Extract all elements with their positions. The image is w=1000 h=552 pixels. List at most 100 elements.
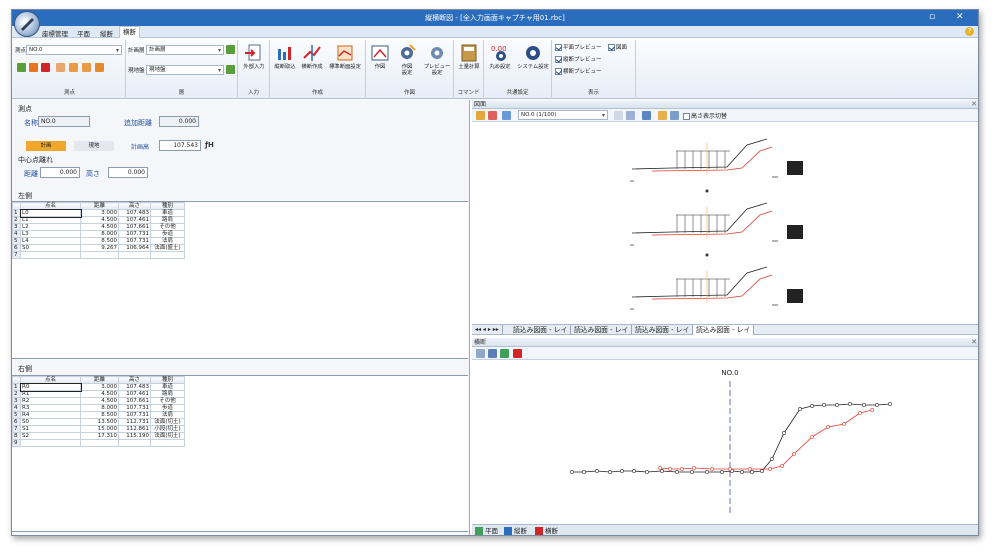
menu-longitudinal[interactable]: 縦断 (100, 28, 113, 38)
ground-line-point[interactable] (835, 403, 839, 407)
ground-line-point[interactable] (705, 470, 709, 474)
view-tab-cross[interactable]: 横断 (535, 527, 558, 535)
table-cell[interactable]: S2 (20, 432, 81, 440)
ground-line-point[interactable] (632, 469, 636, 473)
table-row[interactable]: 7 S1 15.000 112.861 小段(切土) (12, 425, 185, 433)
drawing-checkbox[interactable]: 図面 (608, 43, 627, 51)
col-height[interactable]: 高さ (118, 202, 151, 210)
close-icon[interactable]: ✕ (971, 100, 977, 109)
table-row[interactable]: 4 R3 8.000 107.731 歩道 (12, 404, 185, 412)
table-cell[interactable]: 3.000 (80, 383, 119, 391)
table-cell[interactable]: 107.731 (118, 237, 151, 245)
col-type[interactable]: 種別 (150, 376, 185, 384)
sheet-tab-3[interactable]: 読込み図面 - レイ (632, 325, 694, 335)
plan-layer-combo[interactable]: 計画層 ▾ (146, 45, 224, 55)
ground-line-point[interactable] (848, 402, 852, 406)
col-name[interactable]: 点名 (20, 376, 81, 384)
table-row[interactable]: 6 S0 13.500 112.731 法面(切土) (12, 418, 185, 426)
table-cell[interactable]: 112.861 (118, 425, 151, 433)
close-icon[interactable]: ✕ (971, 338, 977, 347)
col-height[interactable]: 高さ (118, 376, 151, 384)
cross-section-canvas[interactable]: NO.0 (472, 361, 979, 523)
table-cell[interactable]: 107.731 (118, 411, 151, 419)
add-distance-field[interactable]: 0.000 (159, 116, 199, 127)
move-prev-icon[interactable] (69, 63, 78, 72)
system-settings-button[interactable]: システム設定 (516, 43, 550, 70)
table-cell[interactable]: L4 (20, 237, 81, 245)
ground-line-point[interactable] (750, 470, 754, 474)
table-cell[interactable]: S1 (20, 425, 81, 433)
table-cell[interactable]: R0 (19, 382, 82, 392)
height-field[interactable]: 0.000 (108, 167, 148, 178)
table-cell[interactable]: 112.731 (118, 418, 151, 426)
table-cell[interactable]: 法肩 (150, 237, 185, 245)
view-tab-longitudinal[interactable]: 縦断 (504, 527, 527, 535)
plan-preview-checkbox[interactable]: 平面プレビュー (555, 43, 602, 51)
pointer-icon[interactable] (642, 111, 651, 120)
table-cell[interactable]: 8.500 (80, 411, 119, 419)
table-cell[interactable]: L2 (20, 223, 81, 231)
menu-plan[interactable]: 平面 (77, 28, 90, 38)
table-row[interactable]: 3 R2 4.500 107.661 その他 (12, 397, 185, 405)
table-cell[interactable]: 路肩 (150, 216, 185, 224)
table-row[interactable]: 5 R4 8.500 107.731 法肩 (12, 411, 185, 419)
cross-preview-checkbox[interactable]: 横断プレビュー (555, 67, 602, 75)
table-cell[interactable]: 小段(切土) (150, 425, 185, 433)
table-cell[interactable]: 8.000 (80, 404, 119, 412)
sheet-tab-2[interactable]: 読込み図面 - レイ (571, 325, 633, 335)
table-cell[interactable]: R4 (20, 411, 81, 419)
col-distance[interactable]: 距離 (80, 376, 119, 384)
ground-line-point[interactable] (822, 403, 826, 407)
ground-layer-combo[interactable]: 現地盤 ▾ (146, 65, 224, 75)
table-cell[interactable]: 106.964 (118, 244, 151, 252)
plan-line-point[interactable] (658, 466, 662, 470)
table-cell[interactable]: 115.190 (118, 432, 151, 440)
table-cell[interactable]: 歩道 (150, 404, 185, 412)
drawing-scale-combo[interactable]: NO.0 (1/100) ▾ (518, 110, 608, 120)
table-cell[interactable]: 歩道 (150, 230, 185, 238)
table-cell[interactable]: 107.731 (118, 404, 151, 412)
plan-line-point[interactable] (692, 466, 696, 470)
earthwork-calc-button[interactable]: 土量計算 (456, 43, 482, 70)
draw-button[interactable]: 作図 (368, 43, 392, 70)
fit-icon[interactable] (476, 349, 485, 358)
table-cell[interactable]: 107.661 (118, 223, 151, 231)
table-cell[interactable]: 車道 (150, 383, 185, 391)
table-row[interactable]: 3 L2 4.500 107.661 その他 (12, 223, 185, 231)
table-cell[interactable]: 107.461 (118, 216, 151, 224)
table-row[interactable]: 8 S2 17.310 115.190 法面(切土) (12, 432, 185, 440)
table-cell[interactable]: 4.500 (80, 390, 119, 398)
height-toggle-checkbox[interactable]: 高さ表示切替 (683, 111, 727, 120)
help-icon[interactable]: ? (965, 27, 974, 36)
table-cell[interactable] (80, 251, 119, 259)
ground-line-point[interactable] (582, 470, 586, 474)
table-row[interactable]: 2 R1 4.500 107.461 路肩 (12, 390, 185, 398)
table-row[interactable]: 1 R0 3.000 107.483 車道 (12, 382, 185, 392)
table-cell[interactable]: L0 (19, 208, 82, 218)
delete-icon[interactable] (41, 63, 50, 72)
ground-line-point[interactable] (675, 470, 679, 474)
table-cell[interactable]: S0 (20, 418, 81, 426)
table-cell[interactable]: 15.000 (80, 425, 119, 433)
ground-line-point[interactable] (720, 470, 724, 474)
table-cell[interactable]: 4.500 (80, 223, 119, 231)
table-cell[interactable]: その他 (150, 223, 185, 231)
ground-line-point[interactable] (810, 404, 814, 408)
plan-height-field[interactable]: 107.543 (159, 140, 201, 151)
col-type[interactable]: 種別 (150, 202, 185, 210)
plan-line-point[interactable] (870, 408, 874, 412)
close-icon[interactable]: ✕ (956, 12, 964, 22)
draw-settings-button[interactable]: 作図 設定 (394, 43, 420, 76)
section-thumbnail[interactable] (630, 138, 803, 193)
table-cell[interactable]: 9.267 (80, 244, 119, 252)
open-icon[interactable] (476, 111, 485, 120)
table-cell[interactable]: 路肩 (150, 390, 185, 398)
table-cell[interactable]: その他 (150, 397, 185, 405)
plan-line-point[interactable] (842, 422, 846, 426)
table-cell[interactable]: 8.500 (80, 237, 119, 245)
section-thumbnail[interactable] (630, 266, 803, 310)
table-cell[interactable]: 法面(切土) (150, 432, 185, 440)
table-cell[interactable]: 3.000 (80, 209, 119, 217)
calc-height-icon[interactable]: ƒH (205, 141, 214, 149)
measure-icon[interactable] (488, 349, 497, 358)
